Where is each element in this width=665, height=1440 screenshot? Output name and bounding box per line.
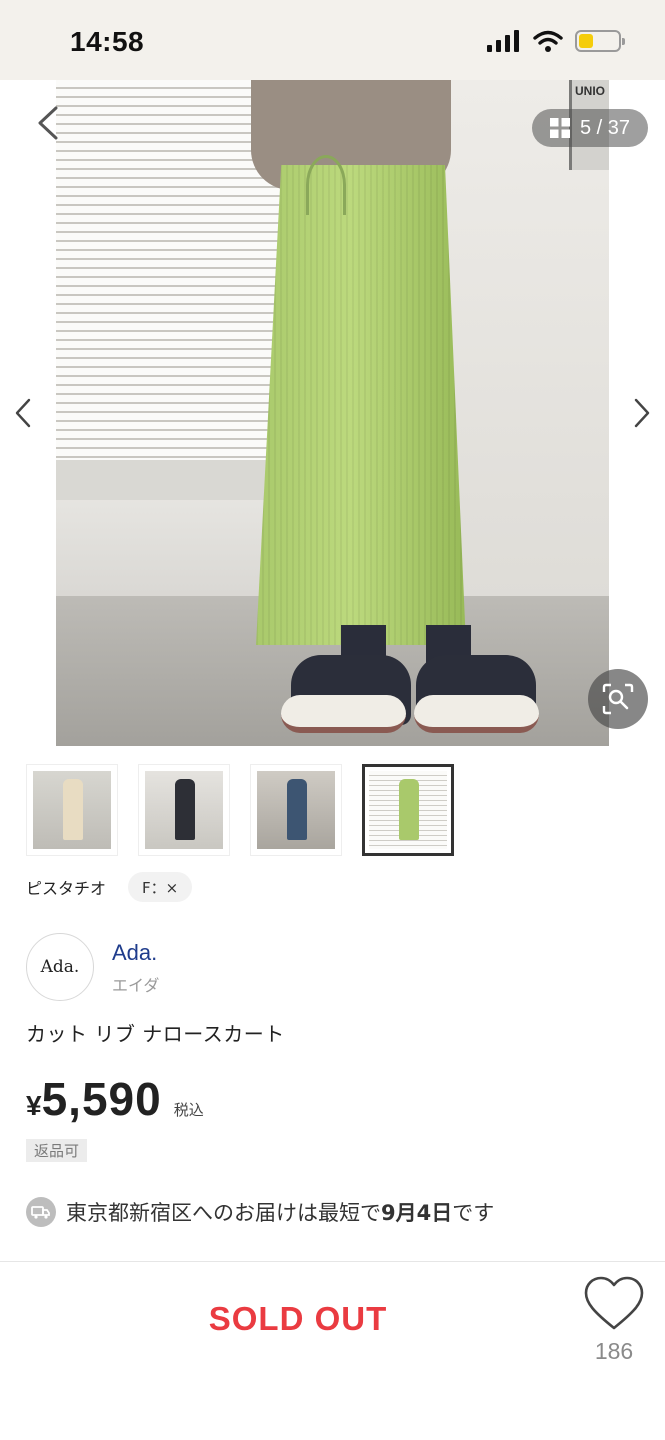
favorite-count: 186 [594, 1338, 634, 1364]
delivery-text: 東京都新宿区へのお届けは最短で9月4日です [66, 1201, 495, 1225]
price-currency: ¥ [26, 1090, 42, 1121]
image-counter[interactable]: 5 / 37 [532, 109, 648, 147]
return-badge: 返品可 [26, 1139, 88, 1162]
thumbnail-2-figure [174, 778, 195, 840]
variant-color-label: ピスタチオ [26, 879, 107, 898]
product-name: カット リブ ナロースカート [26, 1022, 285, 1046]
product-photo[interactable]: UNIO [56, 80, 609, 746]
thumbnail-4-figure [398, 778, 419, 840]
brand-kana: エイダ [112, 976, 160, 995]
brand-name-link[interactable]: Ada. [112, 940, 157, 966]
battery-level [579, 34, 594, 48]
variant-row: ピスタチオ F：× [26, 872, 193, 902]
delivery-date: 9月4日 [381, 1201, 453, 1225]
grid-icon [549, 118, 570, 138]
back-button[interactable] [36, 106, 60, 140]
brand-logo[interactable]: Ada. [26, 933, 94, 1001]
heart-outline-icon[interactable] [584, 1276, 644, 1332]
status-icons [487, 30, 625, 52]
cellular-signal-icon [487, 30, 519, 52]
thumbnail-1[interactable] [26, 764, 118, 856]
thumbnail-3-figure [286, 778, 307, 840]
price: ¥ 5,590 税込 [26, 1072, 204, 1126]
tax-label: 税込 [173, 1101, 204, 1119]
delivery-truck-icon [26, 1197, 56, 1227]
bottom-divider [0, 1261, 665, 1262]
wifi-icon [533, 30, 563, 52]
next-image-button[interactable] [633, 398, 651, 428]
thumbnail-3[interactable] [250, 764, 342, 856]
thumbnail-strip [26, 764, 454, 856]
delivery-info[interactable]: 東京都新宿区へのお届けは最短で9月4日です [26, 1197, 494, 1227]
size-option[interactable]: F：× [128, 872, 193, 902]
thumbnail-4[interactable] [362, 764, 454, 856]
zoom-search-icon [602, 683, 634, 715]
previous-image-button[interactable] [14, 398, 32, 428]
battery-icon [575, 30, 625, 52]
price-value: 5,590 [41, 1073, 162, 1125]
product-image-gallery[interactable]: UNIO 5 / 37 [0, 80, 665, 746]
status-time: 14:58 [70, 26, 145, 57]
image-counter-text: 5 / 37 [579, 116, 631, 139]
thumbnail-1-figure [62, 778, 83, 840]
status-bar: 14:58 [0, 0, 665, 80]
brand-logo-text: Ada. [40, 957, 80, 977]
thumbnail-2[interactable] [138, 764, 230, 856]
sold-out-label: SOLD OUT [208, 1300, 388, 1337]
zoom-button[interactable] [588, 669, 648, 729]
